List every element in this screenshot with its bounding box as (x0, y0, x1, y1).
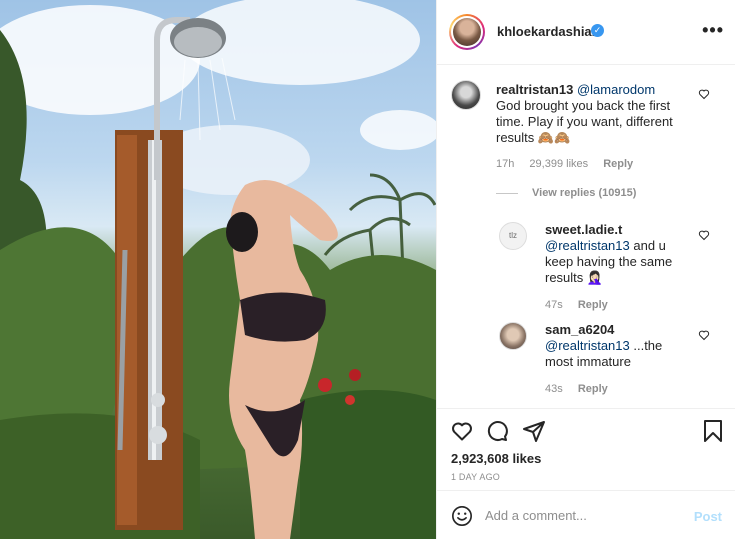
comment-text-line: keep having the same (545, 254, 673, 269)
comment-text-line: time. Play if you want, different (496, 114, 673, 129)
comment-mention[interactable]: @lamarodom (577, 82, 655, 97)
like-comment-heart-icon[interactable] (698, 88, 710, 100)
post-header: khloekardashian ✓ ••• (437, 0, 735, 65)
post-likes-count[interactable]: 2,923,608 likes (451, 451, 541, 466)
replies-divider (496, 193, 518, 194)
comment-text-line: God brought you back the first (496, 98, 671, 113)
story-ring[interactable] (449, 14, 485, 50)
post-actions: 2,923,608 likes 1 DAY AGO (437, 408, 735, 490)
post-image[interactable] (0, 0, 436, 539)
comment-meta: 47s Reply (545, 299, 620, 311)
comment-text-line: most immature (545, 354, 631, 369)
comments-list: realtristan13 @lamarodom God brought you… (437, 66, 735, 408)
verified-badge-icon: ✓ (591, 24, 604, 37)
comment-text-line: ...the (629, 338, 663, 353)
commenter-avatar[interactable] (499, 322, 527, 350)
view-replies-button[interactable]: View replies (10915) (532, 187, 636, 199)
comment-likes[interactable]: 29,399 likes (529, 158, 588, 170)
comment-bubble-icon[interactable] (485, 419, 509, 443)
emoji-smiley-icon[interactable] (451, 505, 473, 527)
comment-input[interactable] (485, 504, 685, 526)
share-paper-plane-icon[interactable] (522, 419, 546, 443)
comment-mention[interactable]: @realtristan13 (545, 238, 630, 253)
comment-meta: 17h 29,399 likes Reply (496, 158, 645, 170)
outdoor-shower-illustration (0, 0, 436, 539)
owner-avatar[interactable] (453, 18, 481, 46)
comment-time[interactable]: 47s (545, 299, 563, 311)
post-timestamp[interactable]: 1 DAY AGO (451, 472, 500, 482)
commenter-username[interactable]: sam_a6204 (545, 322, 614, 337)
commenter-username[interactable]: sweet.ladie.t (545, 222, 622, 237)
post-sidebar: khloekardashian ✓ ••• realtristan13 @lam… (436, 0, 735, 539)
comment-text-line: results 🤦🏻‍♀️ (545, 270, 604, 285)
comment-body: realtristan13 @lamarodom God brought you… (496, 82, 716, 146)
comment-text-line: and u (629, 238, 666, 253)
more-options-icon[interactable]: ••• (702, 20, 724, 41)
commenter-username[interactable]: realtristan13 (496, 82, 573, 97)
like-heart-icon[interactable] (450, 419, 474, 443)
comment-body: sam_a6204 @realtristan13 ...the most imm… (545, 322, 695, 370)
reply-button[interactable]: Reply (578, 383, 608, 395)
comment-time[interactable]: 43s (545, 383, 563, 395)
like-comment-heart-icon[interactable] (698, 229, 710, 241)
comment-body: sweet.ladie.t @realtristan13 and u keep … (545, 222, 695, 286)
reply-button[interactable]: Reply (578, 299, 608, 311)
reply-button[interactable]: Reply (603, 158, 633, 170)
save-bookmark-icon[interactable] (702, 419, 724, 443)
comment-mention[interactable]: @realtristan13 (545, 338, 630, 353)
like-comment-heart-icon[interactable] (698, 329, 710, 341)
comment-time[interactable]: 17h (496, 158, 514, 170)
comment-text-line: results 🙈🙈 (496, 130, 571, 145)
post-comment-button[interactable]: Post (694, 509, 722, 524)
comment-meta: 43s Reply (545, 383, 620, 395)
commenter-avatar[interactable] (451, 80, 481, 110)
add-comment-bar: Post (437, 490, 735, 539)
owner-username[interactable]: khloekardashian (497, 24, 600, 39)
commenter-avatar[interactable]: tlz (499, 222, 527, 250)
